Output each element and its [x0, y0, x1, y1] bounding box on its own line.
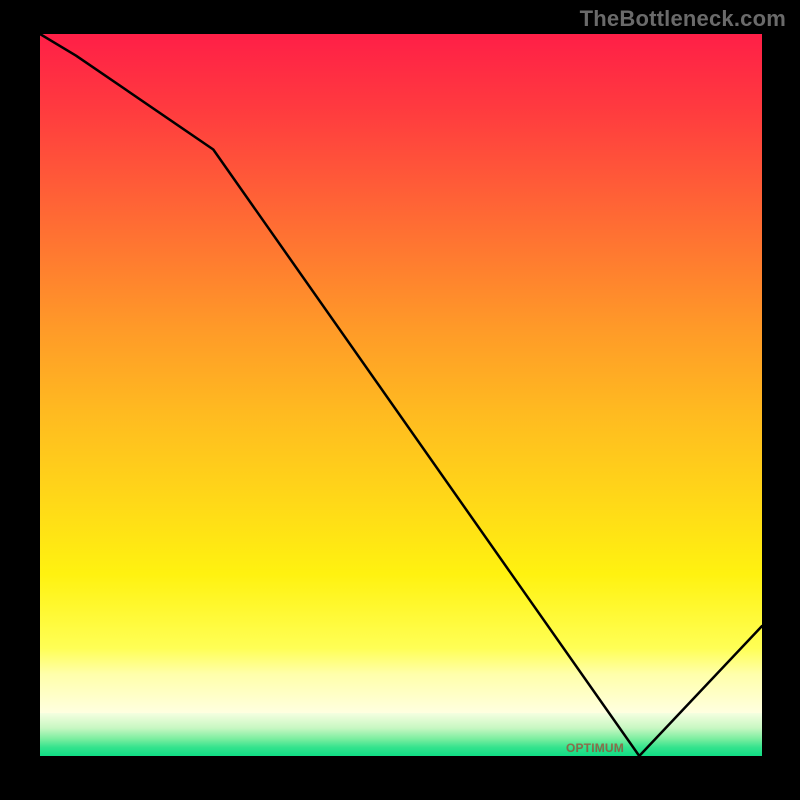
watermark-text: TheBottleneck.com [580, 6, 786, 32]
optimal-label: OPTIMUM [566, 741, 624, 755]
bottleneck-curve [40, 34, 762, 756]
chart-frame: TheBottleneck.com OPTIMUM [0, 0, 800, 800]
plot-area: OPTIMUM [40, 34, 762, 756]
curve-svg [40, 34, 762, 756]
